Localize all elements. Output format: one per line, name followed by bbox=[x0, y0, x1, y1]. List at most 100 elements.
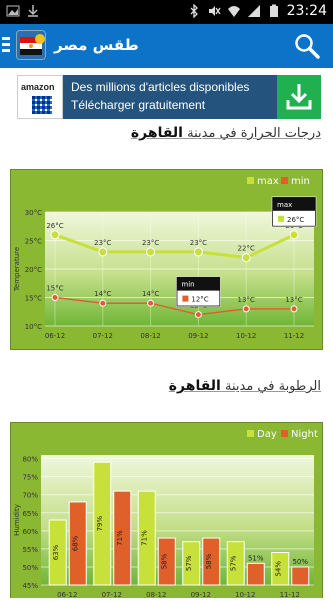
humidity-city: القاهرة bbox=[168, 378, 221, 394]
x-tick-label: 10-12 bbox=[235, 591, 255, 599]
legend-label-max: max bbox=[257, 176, 279, 187]
legend-swatch-night bbox=[281, 430, 288, 437]
x-tick-label: 11-12 bbox=[280, 591, 300, 599]
app-bar: طقس مصر bbox=[0, 24, 333, 68]
bar-label-night: 58% bbox=[205, 553, 213, 569]
legend-label-min: min bbox=[291, 176, 310, 187]
legend-swatch-day bbox=[247, 430, 254, 437]
temperature-city: القاهرة bbox=[130, 125, 183, 141]
temperature-heading: درجات الحرارة في مدينة القاهرة bbox=[130, 125, 321, 141]
data-point-max bbox=[50, 230, 60, 240]
data-point-max bbox=[146, 247, 156, 257]
tooltip-value: 12°C bbox=[191, 296, 208, 304]
y-tick-label: 25°C bbox=[25, 238, 42, 246]
bar-night bbox=[291, 566, 310, 586]
bar-label-day: 54% bbox=[274, 561, 282, 577]
data-label-min: 15°C bbox=[46, 285, 63, 293]
y-tick-label: 55% bbox=[22, 546, 38, 554]
x-tick-label: 07-12 bbox=[102, 591, 122, 599]
shopping-cart-icon bbox=[32, 96, 52, 114]
y-axis-label: Humidity bbox=[13, 504, 21, 536]
tooltip-swatch bbox=[182, 295, 189, 302]
status-bar: 23:24 bbox=[0, 0, 333, 24]
bar-label-day: 71% bbox=[141, 530, 149, 546]
tooltip-min: min 12°C bbox=[176, 276, 221, 307]
data-point-min bbox=[194, 311, 202, 319]
legend-swatch-max bbox=[247, 177, 254, 184]
x-tick-label: 08-12 bbox=[146, 591, 166, 599]
data-point-max bbox=[98, 247, 108, 257]
legend-label-night: Night bbox=[291, 429, 318, 440]
bar-label-night: 71% bbox=[116, 530, 124, 546]
legend-label-day: Day bbox=[257, 429, 277, 440]
mute-icon bbox=[208, 6, 221, 16]
bar-label-day: 57% bbox=[230, 555, 238, 571]
data-point-min bbox=[51, 294, 59, 301]
tooltip-title: max bbox=[277, 201, 292, 209]
data-point-min bbox=[290, 305, 298, 313]
data-label-max: 23°C bbox=[94, 239, 111, 247]
bar-label-night: 68% bbox=[72, 535, 80, 551]
y-tick-label: 75% bbox=[22, 474, 38, 482]
y-tick-label: 50% bbox=[22, 564, 38, 572]
humidity-heading: الرطوبة في مدينة القاهرة bbox=[168, 378, 321, 394]
bar-label-day: 79% bbox=[96, 515, 104, 531]
menu-icon[interactable] bbox=[2, 34, 14, 58]
bar-label-night: 50% bbox=[292, 558, 308, 566]
data-label-max: 22°C bbox=[238, 245, 255, 253]
ad-line-1: Des millions d'articles disponibles bbox=[71, 80, 250, 94]
y-axis-label: Temperature bbox=[13, 247, 21, 292]
data-point-max bbox=[241, 253, 251, 263]
tooltip-title: min bbox=[181, 281, 194, 289]
tooltip-value: 26°C bbox=[287, 216, 304, 224]
ad-line-2: Télécharger gratuitement bbox=[71, 98, 206, 112]
temperature-chart-svg: max min 10°C 15°C 20°C 25°C 30°C 06-12 07-12 08-1… bbox=[13, 176, 317, 340]
y-tick-label: 20°C bbox=[25, 266, 42, 274]
y-tick-label: 65% bbox=[22, 510, 38, 518]
x-tick-label: 09-12 bbox=[188, 332, 208, 340]
bar-label-day: 63% bbox=[52, 544, 60, 560]
data-label-min: 14°C bbox=[94, 290, 111, 298]
x-tick-label: 09-12 bbox=[191, 591, 211, 599]
y-tick-label: 45% bbox=[22, 582, 38, 590]
y-tick-label: 60% bbox=[22, 528, 38, 536]
app-title: طقس مصر bbox=[54, 36, 139, 54]
amazon-logo: amazon bbox=[17, 75, 63, 119]
y-tick-label: 10°C bbox=[25, 323, 42, 331]
data-point-max bbox=[193, 247, 203, 257]
x-tick-label: 07-12 bbox=[93, 332, 113, 340]
y-tick-label: 70% bbox=[22, 492, 38, 500]
tooltip-max: max 26°C bbox=[271, 196, 317, 228]
picture-notification-icon bbox=[6, 5, 20, 17]
legend-swatch-min bbox=[281, 177, 288, 184]
bluetooth-icon bbox=[190, 4, 198, 18]
data-point-min bbox=[99, 299, 107, 307]
humidity-chart-svg: Day Night 45% 50% 55% 60% 65% 70% 75% 80% Humidity… bbox=[13, 429, 318, 599]
search-icon[interactable] bbox=[293, 32, 321, 60]
ad-banner[interactable]: amazon Des millions d'articles disponibl… bbox=[17, 75, 321, 119]
egypt-flag-app-logo[interactable] bbox=[16, 30, 46, 60]
download-notification-icon bbox=[28, 5, 38, 17]
data-label-min: 13°C bbox=[238, 296, 255, 304]
status-time: 23:24 bbox=[286, 3, 327, 19]
bar-label-day: 57% bbox=[185, 555, 193, 571]
x-tick-label: 08-12 bbox=[140, 332, 160, 340]
temperature-chart: max min 10°C 15°C 20°C 25°C 30°C 06-12 07-12 08-1… bbox=[10, 169, 323, 350]
battery-icon bbox=[269, 4, 278, 17]
bar-night bbox=[246, 562, 265, 586]
download-icon bbox=[286, 84, 312, 110]
data-point-min bbox=[242, 305, 250, 313]
data-label-min: 13°C bbox=[285, 296, 302, 304]
y-tick-label: 15°C bbox=[25, 295, 42, 303]
humidity-chart: Day Night 45% 50% 55% 60% 65% 70% 75% 80% Humidity… bbox=[10, 422, 323, 599]
signal-icon bbox=[247, 5, 260, 17]
data-label-max: 23°C bbox=[142, 239, 159, 247]
data-point-max bbox=[289, 230, 299, 240]
wifi-icon bbox=[227, 6, 240, 17]
bar-label-night: 51% bbox=[248, 554, 264, 562]
data-label-min: 14°C bbox=[142, 290, 159, 298]
y-tick-label: 30°C bbox=[25, 209, 42, 217]
download-button[interactable] bbox=[277, 75, 321, 119]
data-point-min bbox=[147, 299, 155, 307]
tooltip-swatch bbox=[278, 215, 284, 222]
